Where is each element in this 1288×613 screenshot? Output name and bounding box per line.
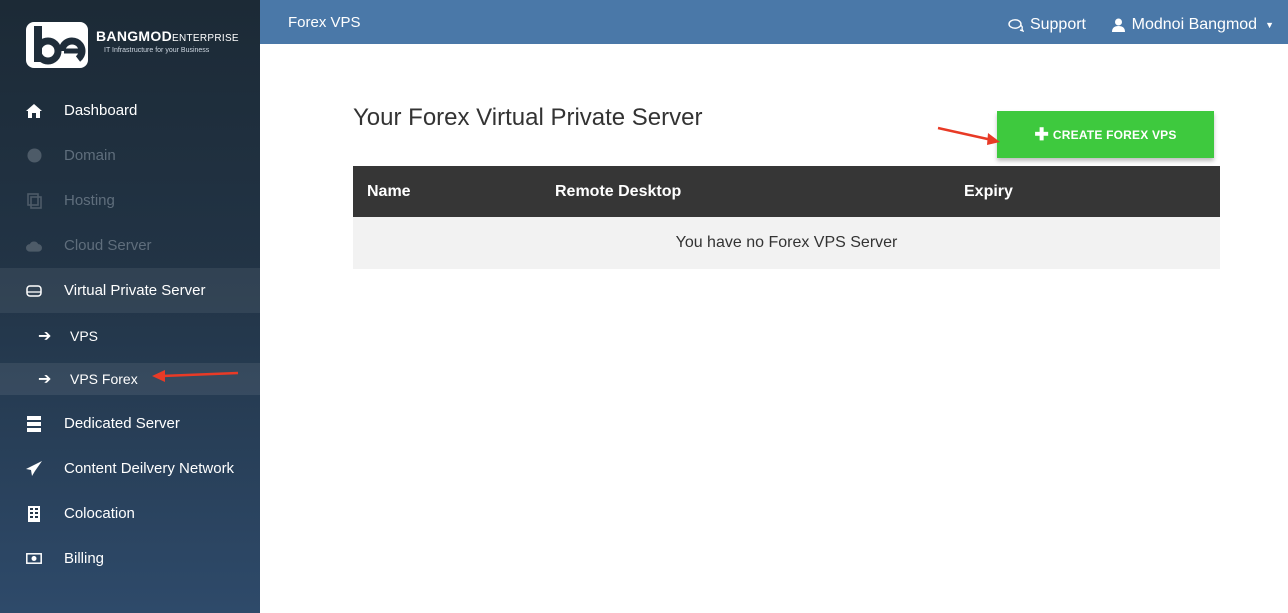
sidebar-item-label: Content Deilvery Network (64, 460, 235, 477)
sidebar-item-label: Billing (64, 550, 105, 567)
chevron-down-icon: ▼ (1265, 20, 1274, 30)
send-icon (26, 461, 42, 477)
user-name: Modnoi Bangmod (1131, 16, 1258, 33)
create-button-label: CREATE FOREX VPS (1052, 127, 1177, 142)
globe-icon (26, 148, 42, 164)
hdd-icon (26, 283, 42, 299)
support-link[interactable]: Support (1008, 16, 1086, 34)
sidebar-item-label: Domain (64, 147, 116, 164)
annotation-arrow-to-button (937, 126, 1000, 145)
support-label: Support (1029, 16, 1086, 33)
sidebar-item-billing[interactable]: Billing (0, 536, 260, 581)
table-row: You have no Forex VPS Server (353, 217, 1220, 269)
sidebar-subitem-vps[interactable]: ➔ VPS (0, 313, 260, 359)
cloud-icon (26, 238, 42, 254)
sidebar-item-virtual-private-server[interactable]: Virtual Private Server (0, 268, 260, 313)
page-section-title: Forex VPS (288, 14, 361, 31)
brand-logo[interactable]: BANGMODENTERPRISE IT Infrastructure for … (0, 0, 260, 88)
be-logo-icon (26, 22, 88, 68)
sidebar: BANGMODENTERPRISE IT Infrastructure for … (0, 0, 260, 613)
sidebar-item-dashboard[interactable]: Dashboard (0, 88, 260, 133)
forex-vps-table: Name Remote Desktop Expiry You have no F… (353, 166, 1220, 269)
sidebar-item-colocation[interactable]: Colocation (0, 491, 260, 536)
brand-name: BANGMODENTERPRISE (96, 28, 239, 44)
money-icon (26, 551, 42, 567)
column-header-remote-desktop: Remote Desktop (555, 182, 682, 200)
sidebar-subitem-label: VPS (70, 328, 99, 344)
sidebar-item-label: Dashboard (64, 102, 138, 119)
server-icon (26, 415, 42, 432)
create-forex-vps-button[interactable]: ✚ CREATE FOREX VPS (997, 111, 1214, 158)
plus-icon: ✚ (1034, 124, 1049, 144)
copy-icon (26, 192, 42, 209)
empty-table-message: You have no Forex VPS Server (675, 234, 898, 251)
column-header-expiry: Expiry (964, 182, 1013, 200)
sidebar-subitem-label: VPS Forex (70, 371, 138, 387)
sidebar-item-cdn[interactable]: Content Deilvery Network (0, 446, 260, 491)
arrow-right-icon: ➔ (38, 371, 52, 388)
home-icon (26, 103, 42, 119)
sidebar-item-domain[interactable]: Domain (0, 133, 260, 178)
arrow-right-icon: ➔ (38, 328, 52, 345)
sidebar-item-label: Colocation (64, 505, 135, 522)
top-navbar: Forex VPS Support Modnoi Bangmod ▼ (260, 0, 1288, 44)
chat-icon (1008, 18, 1024, 32)
user-icon (1111, 18, 1125, 32)
page-title: Your Forex Virtual Private Server (353, 104, 703, 131)
column-header-name: Name (367, 182, 411, 200)
sidebar-item-label: Virtual Private Server (64, 282, 206, 299)
sidebar-item-label: Cloud Server (64, 237, 152, 254)
brand-tagline: IT Infrastructure for your Business (104, 47, 210, 54)
brand-name-small: ENTERPRISE (171, 33, 239, 44)
annotation-arrow-to-vps-forex (152, 370, 239, 382)
sidebar-item-label: Dedicated Server (64, 415, 180, 432)
table-header-row: Name Remote Desktop Expiry (353, 166, 1220, 217)
sidebar-item-label: Hosting (64, 192, 115, 209)
sidebar-item-cloud-server[interactable]: Cloud Server (0, 223, 260, 268)
sidebar-item-dedicated-server[interactable]: Dedicated Server (0, 401, 260, 446)
user-menu[interactable]: Modnoi Bangmod ▼ (1111, 16, 1274, 34)
brand-name-bold: BANGMOD (96, 28, 172, 44)
building-icon (26, 505, 42, 522)
sidebar-item-hosting[interactable]: Hosting (0, 178, 260, 223)
